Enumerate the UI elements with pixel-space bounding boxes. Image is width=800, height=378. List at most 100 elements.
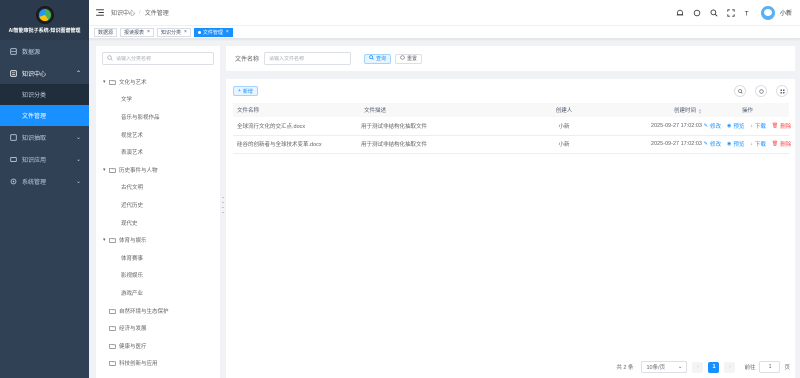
add-button[interactable]: + 新增 bbox=[233, 86, 258, 96]
delete-label: 删除 bbox=[780, 123, 792, 130]
avatar[interactable] bbox=[760, 5, 775, 20]
tree-node[interactable]: 视觉艺术 bbox=[96, 126, 220, 144]
breadcrumb-separator: / bbox=[139, 9, 141, 16]
sidebar-subitem-knowledge-category[interactable]: 知识分类 bbox=[0, 84, 89, 105]
file-name-field[interactable] bbox=[264, 52, 352, 65]
page-number-current[interactable]: 1 bbox=[708, 361, 720, 373]
file-name-input[interactable] bbox=[269, 55, 350, 62]
table-tools bbox=[725, 85, 788, 97]
svg-text:T: T bbox=[745, 10, 749, 17]
tag-label: 文件管理 bbox=[202, 29, 223, 36]
sidebar-item-system[interactable]: 系统管理 ⌄ bbox=[0, 170, 89, 192]
tag-label: 数据源 bbox=[98, 29, 114, 36]
username[interactable]: 小新 bbox=[780, 8, 792, 17]
tree-node[interactable]: 文学 bbox=[96, 91, 220, 109]
tag-file-management[interactable]: 文件管理 × bbox=[193, 27, 233, 37]
eye-icon: ◉ bbox=[726, 122, 732, 129]
toggle-search-button[interactable] bbox=[734, 85, 746, 97]
sidebar-item-knowledge-apply[interactable]: 知识应用 ⌄ bbox=[0, 148, 89, 170]
refresh-icon[interactable] bbox=[692, 8, 702, 18]
sidebar-item-knowledge-extract[interactable]: 知识抽取 ⌄ bbox=[0, 126, 89, 148]
tag-datasource[interactable]: 数据源 bbox=[94, 27, 118, 37]
close-icon[interactable]: × bbox=[184, 29, 187, 35]
file-table-card: + 新增 文件名称 文件描述 创建人 创建时间 ▲ ▼ 操作 全球流行文化的交汇… bbox=[226, 79, 795, 378]
delete-label: 删除 bbox=[780, 142, 792, 148]
app-title: AI智能审批子系统-知识图谱管理 bbox=[8, 28, 81, 34]
preview-button[interactable]: ◉ 预览 bbox=[727, 122, 744, 130]
close-icon[interactable]: × bbox=[147, 29, 150, 35]
delete-button[interactable]: 🗑 删除 bbox=[772, 140, 791, 148]
tree-node[interactable]: 经济与发展 bbox=[96, 319, 220, 337]
table-row: 硅谷的创新者与全球技术变革.docx 用于测试非结构化抽取文件 小新 2025-… bbox=[233, 135, 791, 154]
tree-node[interactable]: 表演艺术 bbox=[96, 143, 220, 161]
sort-icon[interactable]: ▲ ▼ bbox=[698, 107, 702, 114]
download-button[interactable]: ↓ 下载 bbox=[750, 122, 766, 130]
tree-node[interactable]: 现代史 bbox=[96, 214, 220, 232]
preview-button[interactable]: ◉ 预览 bbox=[727, 140, 744, 148]
table-header-row: 文件名称 文件描述 创建人 创建时间 ▲ ▼ 操作 bbox=[233, 103, 789, 117]
download-icon: ↓ bbox=[750, 122, 753, 129]
font-size-icon[interactable]: T bbox=[743, 8, 753, 18]
column-header-created-label: 创建时间 bbox=[674, 108, 697, 114]
tree-node[interactable]: ▾ 文化与艺术 bbox=[96, 73, 220, 91]
tree-node[interactable]: 游戏产业 bbox=[96, 284, 220, 302]
tree-node[interactable]: ▾ 历史事件与人物 bbox=[96, 161, 220, 179]
edit-button[interactable]: ✎ 修改 bbox=[704, 140, 721, 148]
category-search-input[interactable] bbox=[116, 55, 213, 62]
search-icon[interactable] bbox=[709, 8, 719, 18]
column-header-created[interactable]: 创建时间 ▲ ▼ bbox=[592, 103, 706, 117]
tree-node[interactable]: 体育赛事 bbox=[96, 249, 220, 267]
sidebar-subitem-label: 文件管理 bbox=[22, 114, 47, 120]
extract-icon bbox=[9, 133, 17, 141]
refresh-table-button[interactable] bbox=[755, 85, 767, 97]
tree-node[interactable]: ▾ 体育与娱乐 bbox=[96, 231, 220, 249]
tree-node[interactable]: 近代历史 bbox=[96, 196, 220, 214]
sidebar-item-label: 数据源 bbox=[22, 49, 41, 56]
tree-node[interactable]: 古代文明 bbox=[96, 179, 220, 197]
close-icon[interactable]: × bbox=[226, 29, 229, 35]
search-button[interactable]: 查询 bbox=[364, 53, 392, 64]
tree-node-label: 表演艺术 bbox=[121, 150, 144, 157]
reset-button[interactable]: 重置 bbox=[395, 53, 423, 64]
chevron-right-icon: › bbox=[729, 364, 731, 370]
tree-node[interactable]: 音乐与影视作品 bbox=[96, 108, 220, 126]
columns-button[interactable] bbox=[776, 85, 788, 97]
sidebar-item-datasource[interactable]: 数据源 bbox=[0, 40, 89, 62]
category-search-box[interactable] bbox=[102, 52, 214, 65]
panel-resize-handle[interactable] bbox=[221, 195, 224, 215]
page-size-select[interactable]: 10条/页 ⌄ bbox=[641, 361, 688, 373]
next-page-button[interactable]: › bbox=[724, 361, 736, 373]
bell-icon[interactable] bbox=[675, 8, 685, 18]
tag-label: 知识分类 bbox=[160, 29, 181, 36]
edit-button[interactable]: ✎ 修改 bbox=[704, 122, 721, 130]
tags-view: 数据源 报读报表 × 知识分类 × 文件管理 × bbox=[89, 26, 800, 39]
add-button-label: 新增 bbox=[242, 88, 253, 95]
goto-page-value: 1 bbox=[768, 364, 772, 370]
fullscreen-icon[interactable] bbox=[726, 8, 736, 18]
edit-label: 修改 bbox=[709, 142, 721, 148]
tree-node-label: 健康与医疗 bbox=[119, 343, 147, 350]
goto-page-input[interactable]: 1 bbox=[759, 361, 781, 373]
tag-report[interactable]: 报读报表 × bbox=[120, 27, 154, 37]
tree-node-label: 体育与娱乐 bbox=[119, 238, 147, 245]
tree-node[interactable]: 自然环境与生态保护 bbox=[96, 302, 220, 320]
folder-open-icon bbox=[109, 79, 116, 85]
sidebar-item-label: 知识中心 bbox=[22, 71, 47, 78]
sidebar-subitem-file-management[interactable]: 文件管理 bbox=[0, 105, 89, 126]
tree-node[interactable]: 健康与医疗 bbox=[96, 337, 220, 355]
tag-knowledge-category[interactable]: 知识分类 × bbox=[156, 27, 191, 37]
download-button[interactable]: ↓ 下载 bbox=[750, 140, 766, 148]
delete-button[interactable]: 🗑 删除 bbox=[772, 122, 791, 130]
chevron-down-icon: ⌄ bbox=[75, 156, 81, 163]
sidebar-item-knowledge-center[interactable]: 知识中心 ⌃ bbox=[0, 62, 89, 84]
cell-creator: 小新 bbox=[536, 117, 592, 136]
tree-node[interactable]: 科技创新与应用 bbox=[96, 355, 220, 373]
prev-page-button[interactable]: ‹ bbox=[692, 361, 704, 373]
hamburger-icon[interactable] bbox=[95, 8, 105, 18]
apply-icon bbox=[9, 155, 17, 163]
search-icon bbox=[737, 88, 743, 94]
tree-node-label: 影视娱乐 bbox=[121, 273, 144, 280]
breadcrumb-item[interactable]: 知识中心 bbox=[111, 8, 135, 17]
tree-node[interactable]: 影视娱乐 bbox=[96, 267, 220, 285]
folder-open-icon bbox=[109, 237, 116, 243]
